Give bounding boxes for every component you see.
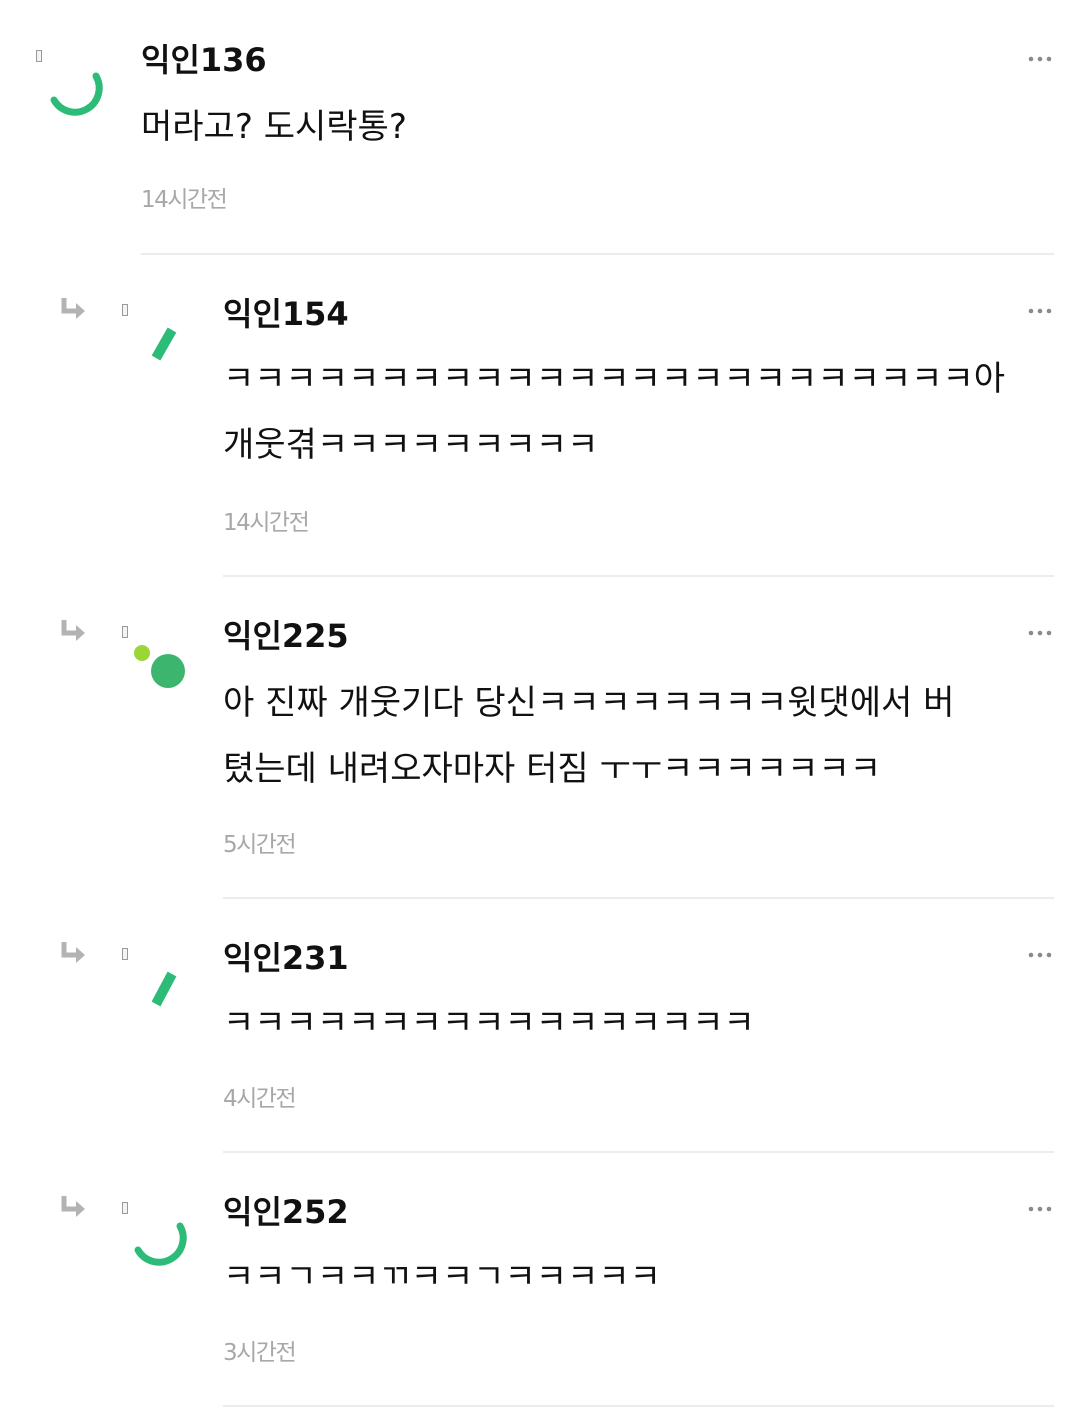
comment-author: 익인136: [141, 41, 267, 79]
comment-text-line: 머라고? 도시락통?: [141, 107, 407, 147]
green-dots-avatar-icon: [134, 645, 185, 688]
more-options-icon[interactable]: [1028, 1205, 1052, 1213]
divider: [223, 1151, 1054, 1153]
comment-time: 5시간전: [223, 832, 297, 858]
reply-arrow-icon: [61, 620, 85, 641]
more-options-icon[interactable]: [1028, 951, 1052, 959]
green-dash-avatar-icon: [151, 327, 177, 361]
small-marker-icon: [122, 304, 128, 316]
divider: [223, 1405, 1054, 1407]
comment-text-line: ㅋㅋㅋㅋㅋㅋㅋㅋㅋㅋㅋㅋㅋㅋㅋㅋㅋㅋㅋㅋㅋㅋㅋㅋ아: [223, 359, 1005, 399]
reply-comment-item: 익인231 ㅋㅋㅋㅋㅋㅋㅋㅋㅋㅋㅋㅋㅋㅋㅋㅋㅋ 4시간전: [0, 900, 1080, 1154]
comment-time: 14시간전: [141, 187, 228, 213]
comment-text-line: ㅋㅋㅋㅋㅋㅋㅋㅋㅋㅋㅋㅋㅋㅋㅋㅋㅋ: [223, 1003, 755, 1043]
more-options-icon[interactable]: [1028, 629, 1052, 637]
small-marker-icon: [122, 626, 128, 638]
reply-comment-item: 익인252 ㅋㅋㄱㅋㅋㄲㅋㅋㄱㅋㅋㅋㅋㅋ 3시간전: [0, 1154, 1080, 1408]
green-arc-avatar-icon: [50, 72, 103, 116]
reply-comment-item: 익인225 아 진짜 개웃기다 당신ㅋㅋㅋㅋㅋㅋㅋㅋ윗댓에서 버 텼는데 내려오…: [0, 578, 1080, 900]
more-options-icon[interactable]: [1028, 55, 1052, 63]
comment-text-line: ㅋㅋㄱㅋㅋㄲㅋㅋㄱㅋㅋㅋㅋㅋ: [223, 1257, 661, 1297]
comment-author: 익인225: [223, 617, 349, 655]
comment-text-line: 개웃겪ㅋㅋㅋㅋㅋㅋㅋㅋㅋ: [223, 425, 599, 465]
divider: [223, 897, 1054, 899]
comment-time: 4시간전: [223, 1086, 297, 1112]
comment-time: 3시간전: [223, 1340, 297, 1366]
comment-text-line: 텼는데 내려오자마자 터짐 ㅜㅜㅋㅋㅋㅋㅋㅋㅋ: [223, 749, 882, 789]
comment-item: 익인136 머라고? 도시락통? 14시간전: [0, 0, 1080, 256]
reply-arrow-icon: [61, 298, 85, 319]
reply-arrow-icon: [61, 942, 85, 963]
comment-author: 익인252: [223, 1193, 349, 1231]
more-options-icon[interactable]: [1028, 307, 1052, 315]
comment-time: 14시간전: [223, 510, 310, 536]
divider: [141, 253, 1054, 255]
small-marker-icon: [36, 50, 42, 62]
comment-author: 익인154: [223, 295, 349, 333]
comment-text-line: 아 진짜 개웃기다 당신ㅋㅋㅋㅋㅋㅋㅋㅋ윗댓에서 버: [223, 683, 955, 723]
reply-comment-item: 익인154 ㅋㅋㅋㅋㅋㅋㅋㅋㅋㅋㅋㅋㅋㅋㅋㅋㅋㅋㅋㅋㅋㅋㅋㅋ아 개웃겪ㅋㅋㅋㅋㅋ…: [0, 256, 1080, 578]
reply-arrow-icon: [61, 1196, 85, 1217]
green-dash-avatar-icon: [151, 971, 177, 1007]
comment-author: 익인231: [223, 939, 349, 977]
green-arc-avatar-icon: [134, 1222, 187, 1266]
divider: [223, 575, 1054, 577]
